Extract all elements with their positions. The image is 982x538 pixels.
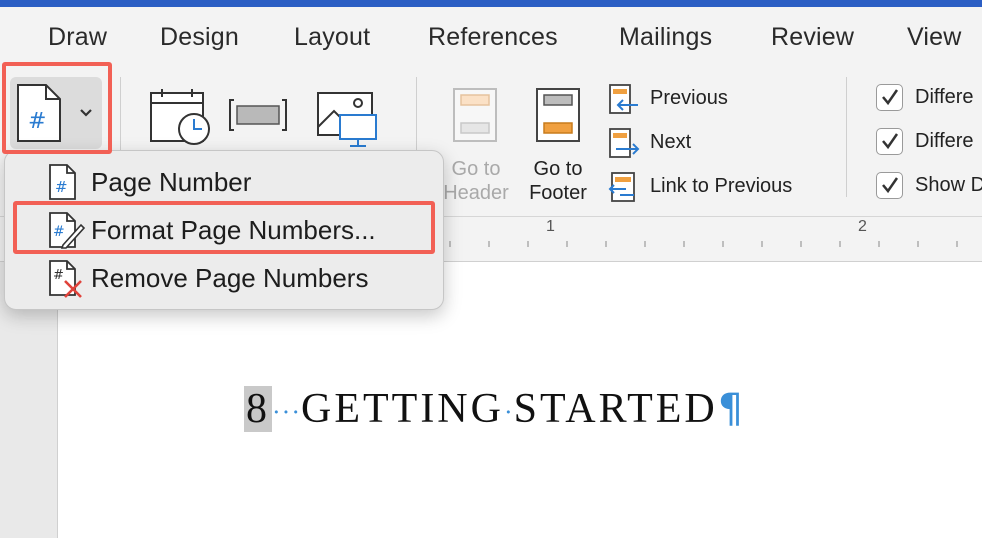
option-different-odd-even[interactable]: Differe <box>876 128 974 155</box>
menu-item-page-number[interactable]: # Page Number <box>5 159 443 205</box>
previous-section-icon <box>609 84 638 114</box>
pilcrow-mark: ¶ <box>717 386 747 432</box>
go-to-header-icon <box>453 88 497 142</box>
svg-text:#: # <box>55 178 68 196</box>
go-to-footer-button[interactable]: Go to Footer <box>522 157 594 205</box>
next-section-icon <box>609 128 640 158</box>
checkbox-checked-icon[interactable] <box>876 84 903 111</box>
link-to-previous-button[interactable]: Link to Previous <box>606 171 826 205</box>
tab-mailings[interactable]: Mailings <box>619 23 712 52</box>
remove-page-numbers-icon: # <box>49 260 82 298</box>
tab-review[interactable]: Review <box>771 23 854 52</box>
previous-label: Previous <box>650 87 728 109</box>
space-mark: · <box>272 397 282 427</box>
option-label: Differe <box>915 129 974 152</box>
menu-item-remove-page-numbers[interactable]: # Remove Page Numbers <box>5 255 443 301</box>
tab-design[interactable]: Design <box>160 23 239 52</box>
menu-label: Page Number <box>91 167 252 197</box>
ribbon-separator <box>846 77 847 197</box>
svg-text:#: # <box>53 268 64 283</box>
ribbon-tab-bar: Draw Design Layout References Mailings R… <box>0 7 982 67</box>
picture-icon[interactable] <box>316 89 380 149</box>
next-label: Next <box>650 131 692 153</box>
page-number-field[interactable]: 8 <box>244 386 272 432</box>
space-mark: · <box>281 397 292 427</box>
go-to-header-line2: Header <box>443 182 509 204</box>
next-button[interactable]: Next <box>608 127 748 161</box>
space-mark: · <box>503 397 514 427</box>
menu-label: Remove Page Numbers <box>91 263 369 293</box>
page-number-icon: # <box>49 164 76 200</box>
option-label: Show D <box>915 173 982 196</box>
tab-view[interactable]: View <box>907 23 962 52</box>
link-to-previous-label: Link to Previous <box>650 175 793 197</box>
go-to-footer-line2: Footer <box>529 182 587 204</box>
space-mark: · <box>291 397 302 427</box>
link-to-previous-icon <box>608 172 635 202</box>
ruler-ticks <box>449 241 958 247</box>
date-time-icon[interactable] <box>148 87 214 147</box>
heading-word-2: STARTED <box>513 386 718 432</box>
ruler-mark-1: 1 <box>546 218 555 235</box>
field-icon[interactable] <box>228 97 288 133</box>
checkbox-checked-icon[interactable] <box>876 172 903 199</box>
option-different-first-page[interactable]: Differe <box>876 84 974 111</box>
document-heading[interactable]: 8···GETTING·STARTED¶ <box>244 385 746 433</box>
option-label: Differe <box>915 85 974 108</box>
go-to-header-line1: Go to <box>451 158 501 180</box>
go-to-footer-icon <box>536 88 580 142</box>
checkbox-checked-icon[interactable] <box>876 128 903 155</box>
option-show-document-text[interactable]: Show D <box>876 172 982 199</box>
heading-word-1: GETTING <box>301 386 504 432</box>
go-to-footer-line1: Go to <box>533 158 583 180</box>
go-to-header-button[interactable]: Go to Header <box>440 157 512 205</box>
tab-draw[interactable]: Draw <box>48 23 107 52</box>
format-page-numbers-highlight <box>13 201 435 254</box>
ruler-mark-2: 2 <box>858 218 867 235</box>
page-number-button-highlight <box>2 62 112 154</box>
title-bar-strip <box>0 0 982 7</box>
previous-button[interactable]: Previous <box>608 83 748 117</box>
tab-layout[interactable]: Layout <box>294 23 370 52</box>
tab-references[interactable]: References <box>428 23 558 52</box>
